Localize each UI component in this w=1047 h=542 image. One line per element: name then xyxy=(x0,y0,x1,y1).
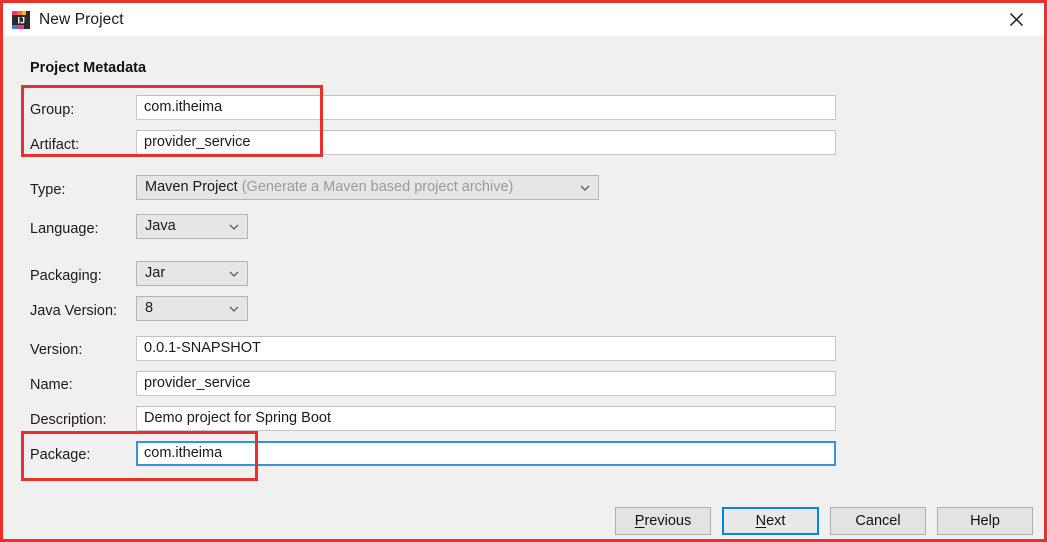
language-label: Language: xyxy=(30,221,99,237)
type-combo-hint: (Generate a Maven based project archive) xyxy=(241,179,514,195)
cancel-button-label: Cancel xyxy=(855,513,901,529)
artifact-input[interactable]: provider_service xyxy=(136,130,836,155)
cancel-button[interactable]: Cancel xyxy=(830,507,926,535)
package-input[interactable]: com.itheima xyxy=(136,441,836,466)
type-combo-value: Maven Project xyxy=(145,179,238,195)
version-input[interactable]: 0.0.1-SNAPSHOT xyxy=(136,336,836,361)
close-icon[interactable] xyxy=(994,5,1038,33)
previous-mnemonic: P xyxy=(634,513,645,529)
intellij-idea-icon: IJ xyxy=(12,10,30,29)
new-project-dialog: IJ New Project Project Metadata Group: c… xyxy=(0,0,1047,542)
page-title: Project Metadata xyxy=(30,60,147,76)
next-button-label: Next xyxy=(755,513,786,529)
type-combo[interactable]: Maven Project (Generate a Maven based pr… xyxy=(136,175,599,200)
name-label: Name: xyxy=(30,377,73,393)
window-title: New Project xyxy=(39,10,124,28)
type-label: Type: xyxy=(30,182,66,198)
description-input[interactable]: Demo project for Spring Boot xyxy=(136,406,836,431)
next-button[interactable]: Next xyxy=(722,507,819,535)
dialog-content: Project Metadata Group: com.itheima Arti… xyxy=(3,36,1044,539)
chevron-down-icon xyxy=(229,224,239,230)
packaging-combo[interactable]: Jar xyxy=(136,261,248,286)
svg-text:IJ: IJ xyxy=(17,15,25,25)
java-version-combo[interactable]: 8 xyxy=(136,296,248,321)
group-input[interactable]: com.itheima xyxy=(136,95,836,120)
group-label: Group: xyxy=(30,102,75,118)
previous-button-label: Previous xyxy=(634,513,692,529)
package-label: Package: xyxy=(30,447,91,463)
previous-button[interactable]: Previous xyxy=(615,507,711,535)
java-version-combo-value: 8 xyxy=(145,300,154,316)
help-button[interactable]: Help xyxy=(937,507,1033,535)
chevron-down-icon xyxy=(580,185,590,191)
packaging-combo-value: Jar xyxy=(145,265,166,281)
artifact-label: Artifact: xyxy=(30,137,80,153)
language-combo[interactable]: Java xyxy=(136,214,248,239)
chevron-down-icon xyxy=(229,271,239,277)
version-label: Version: xyxy=(30,342,83,358)
chevron-down-icon xyxy=(229,306,239,312)
java-version-label: Java Version: xyxy=(30,303,118,319)
title-bar: IJ New Project xyxy=(3,3,1044,36)
language-combo-value: Java xyxy=(145,218,176,234)
packaging-label: Packaging: xyxy=(30,268,102,284)
help-button-label: Help xyxy=(970,513,1000,529)
description-label: Description: xyxy=(30,412,107,428)
name-input[interactable]: provider_service xyxy=(136,371,836,396)
next-mnemonic: N xyxy=(755,513,767,529)
